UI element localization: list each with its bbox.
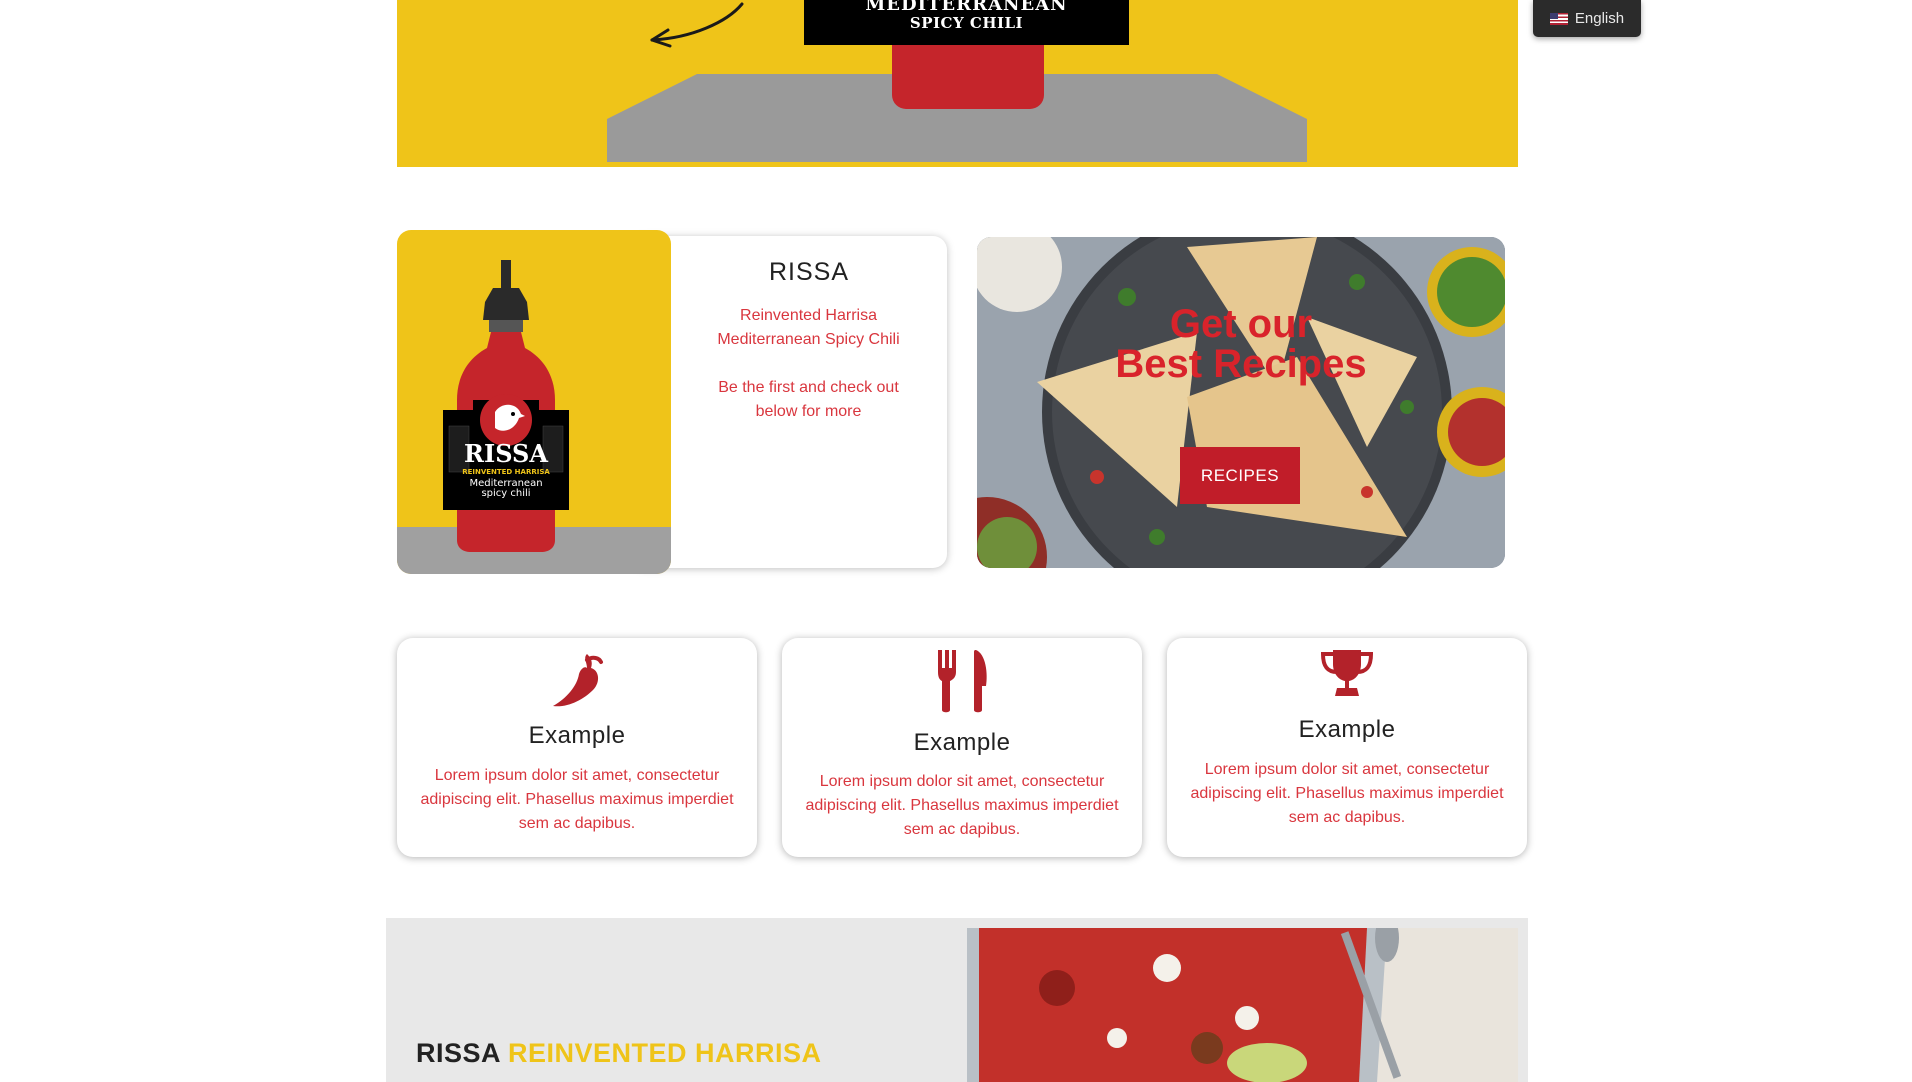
curved-arrow-icon	[650, 2, 744, 48]
fork-knife-icon	[938, 650, 987, 713]
product-title: RISSA	[768, 258, 850, 286]
chili-pepper-icon	[553, 654, 603, 707]
language-label: English	[1574, 10, 1625, 27]
recipes-button[interactable]: RECIPES	[1180, 447, 1300, 504]
recipes-card: Get our Best Recipes RECIPES	[977, 237, 1505, 568]
section-title-dark: RISSA	[416, 1038, 501, 1068]
hero-bottle-label: MEDITERRANEAN SPICY CHILI	[804, 0, 1129, 45]
hero-label-text: SPICY CHILI	[909, 14, 1024, 32]
product-cta-line2: below for more	[755, 403, 862, 420]
feature-title-3: Example	[1298, 716, 1396, 743]
product-subtitle-line1: Reinvented Harrisa	[740, 307, 877, 324]
bottle-tagline: REINVENTED HARRISA	[462, 468, 550, 476]
recipes-title-line1: Get our	[1169, 302, 1313, 346]
section-title: RISSA REINVENTED HARRISA	[416, 1038, 822, 1069]
language-switcher[interactable]: English	[1533, 0, 1641, 37]
feature-card-2: Example Lorem ipsum dolor sit amet, cons…	[782, 638, 1142, 857]
hero-bottle-body	[892, 45, 1044, 109]
feature-title-1: Example	[528, 722, 626, 749]
trophy-icon	[1320, 650, 1374, 696]
bottle-brand: RISSA	[464, 439, 548, 468]
baked-dish-photo	[967, 928, 1518, 1082]
section-title-accent: REINVENTED HARRISA	[508, 1038, 822, 1068]
hero-banner: MEDITERRANEAN SPICY CHILI	[397, 0, 1518, 167]
harrisa-section: RISSA REINVENTED HARRISA	[386, 918, 1528, 1082]
feature-text-3: Lorem ipsum dolor sit amet, consectetur …	[1190, 761, 1504, 826]
bottle-desc-2: spicy chili	[481, 488, 530, 499]
feature-card-3: Example Lorem ipsum dolor sit amet, cons…	[1167, 638, 1527, 857]
feature-title-2: Example	[913, 729, 1011, 756]
product-subtitle-line2: Mediterranean Spicy Chili	[717, 331, 900, 348]
product-image: RISSA REINVENTED HARRISA Mediterranean s…	[397, 230, 671, 574]
feature-card-1: Example Lorem ipsum dolor sit amet, cons…	[397, 638, 757, 857]
recipes-title-line2: Best Recipes	[1115, 342, 1367, 386]
feature-text-1: Lorem ipsum dolor sit amet, consectetur …	[420, 767, 734, 832]
product-cta-text: Be the first and check out below for mor…	[690, 376, 927, 424]
us-flag-icon	[1549, 12, 1568, 25]
product-cta-line1: Be the first and check out	[718, 379, 899, 396]
quesadilla-photo	[977, 237, 1505, 568]
feature-text-2: Lorem ipsum dolor sit amet, consectetur …	[805, 773, 1119, 838]
baked-dish-illustration	[967, 928, 1518, 1082]
sauce-bottle-icon: RISSA REINVENTED HARRISA Mediterranean s…	[443, 260, 569, 552]
product-subtitle: Reinvented Harrisa Mediterranean Spicy C…	[690, 304, 927, 352]
recipes-title: Get our Best Recipes	[977, 304, 1505, 384]
